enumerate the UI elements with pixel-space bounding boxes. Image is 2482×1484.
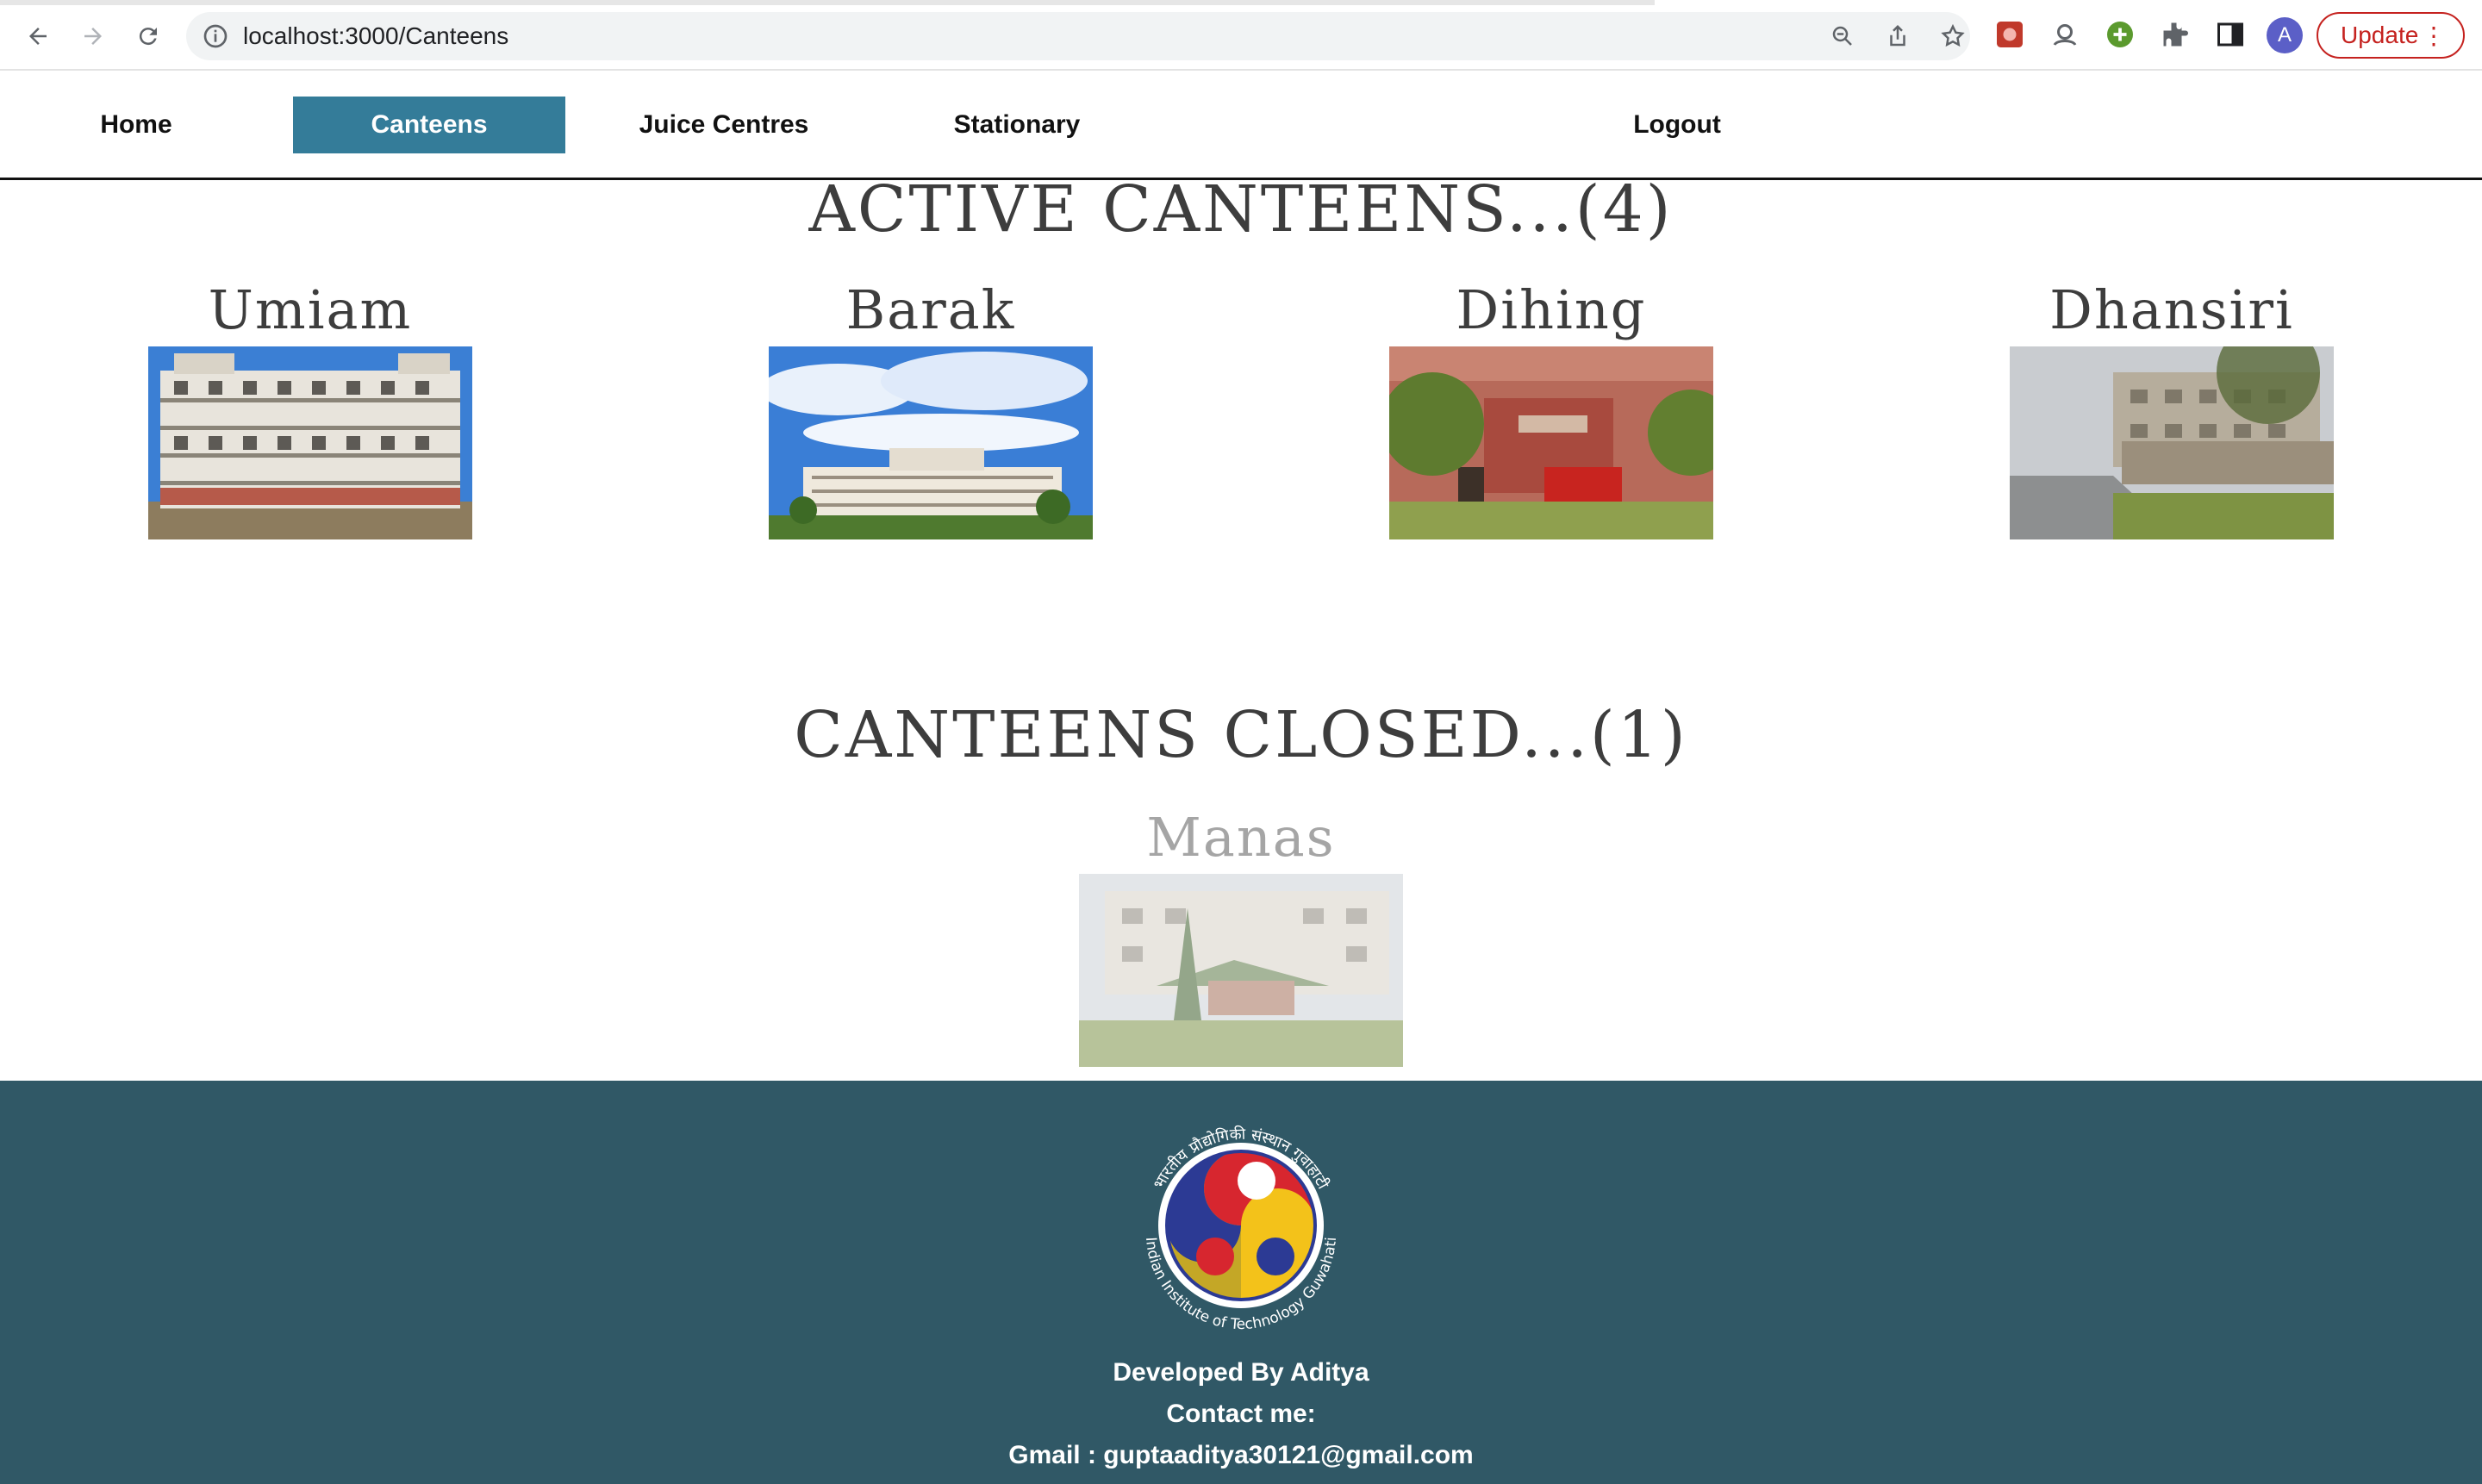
site-navbar: Home Canteens Juice Centres Stationary L… bbox=[0, 71, 2482, 180]
forward-arrow-icon bbox=[84, 28, 102, 45]
extension-camera-icon[interactable] bbox=[2048, 17, 2082, 52]
browser-toolbar: localhost:3000/Canteens A Update ⋮ bbox=[0, 0, 2482, 71]
canteen-card-dihing[interactable]: Dihing bbox=[1389, 279, 1713, 539]
canteen-name: Manas bbox=[1146, 806, 1336, 869]
canteen-photo-dhansiri[interactable] bbox=[2010, 346, 2334, 539]
extension-green-plus-icon[interactable] bbox=[2103, 17, 2137, 52]
reload-icon bbox=[139, 28, 157, 46]
share-icon[interactable] bbox=[1882, 21, 1913, 52]
canteen-photo-barak[interactable] bbox=[769, 346, 1093, 539]
update-button[interactable]: Update ⋮ bbox=[2317, 12, 2465, 59]
extensions-puzzle-icon[interactable] bbox=[2158, 17, 2192, 52]
canteen-name: Umiam bbox=[208, 278, 413, 341]
canteen-name: Barak bbox=[845, 278, 1016, 341]
iitg-logo-icon: भारतीय प्रौद्योगिकी संस्थान गुवाहाटी Ind… bbox=[1142, 1125, 1340, 1333]
bookmark-star-icon[interactable] bbox=[1937, 21, 1968, 52]
canteen-photo-umiam[interactable] bbox=[148, 346, 472, 539]
profile-avatar[interactable]: A bbox=[2267, 17, 2303, 53]
closed-canteens-title: CANTEENS CLOSED...(1) bbox=[794, 698, 1688, 772]
site-footer: भारतीय प्रौद्योगिकी संस्थान गुवाहाटी Ind… bbox=[0, 1081, 2482, 1484]
back-button[interactable] bbox=[16, 14, 60, 59]
extension-red-icon[interactable] bbox=[1992, 17, 2027, 52]
forward-button[interactable] bbox=[71, 14, 115, 59]
more-vert-icon[interactable]: ⋮ bbox=[2422, 22, 2446, 50]
address-bar[interactable]: localhost:3000/Canteens bbox=[186, 12, 1970, 60]
side-panel-icon[interactable] bbox=[2213, 17, 2248, 52]
site-info-icon[interactable] bbox=[202, 22, 229, 50]
canteen-card-barak[interactable]: Barak bbox=[769, 279, 1093, 539]
contact-label: Contact me: bbox=[1166, 1400, 1316, 1428]
canteen-card-dhansiri[interactable]: Dhansiri bbox=[2010, 279, 2334, 539]
back-arrow-icon bbox=[29, 28, 47, 45]
nav-home[interactable]: Home bbox=[0, 97, 272, 153]
nav-canteens[interactable]: Canteens bbox=[293, 97, 565, 153]
contact-email-link[interactable]: Gmail : guptaaditya30121@gmail.com bbox=[0, 1441, 2482, 1470]
canteen-card-manas[interactable]: Manas bbox=[1079, 807, 1403, 1067]
canteen-name: Dhansiri bbox=[2049, 278, 2294, 341]
active-canteens-title: ACTIVE CANTEENS...(4) bbox=[808, 172, 1674, 246]
loading-progress-bar bbox=[0, 0, 1655, 5]
nav-logout[interactable]: Logout bbox=[1541, 97, 1813, 153]
developer-credit: Developed By Aditya bbox=[1113, 1358, 1369, 1387]
zoom-icon[interactable] bbox=[1827, 21, 1858, 52]
canteen-photo-dihing[interactable] bbox=[1389, 346, 1713, 539]
reload-button[interactable] bbox=[126, 14, 171, 59]
canteen-card-umiam[interactable]: Umiam bbox=[148, 279, 472, 539]
update-label: Update bbox=[2341, 22, 2419, 48]
nav-juice-centres[interactable]: Juice Centres bbox=[588, 97, 860, 153]
canteen-name: Dihing bbox=[1456, 278, 1647, 341]
canteen-photo-manas[interactable] bbox=[1079, 874, 1403, 1067]
url-text[interactable]: localhost:3000/Canteens bbox=[243, 22, 508, 50]
nav-stationary[interactable]: Stationary bbox=[881, 97, 1153, 153]
